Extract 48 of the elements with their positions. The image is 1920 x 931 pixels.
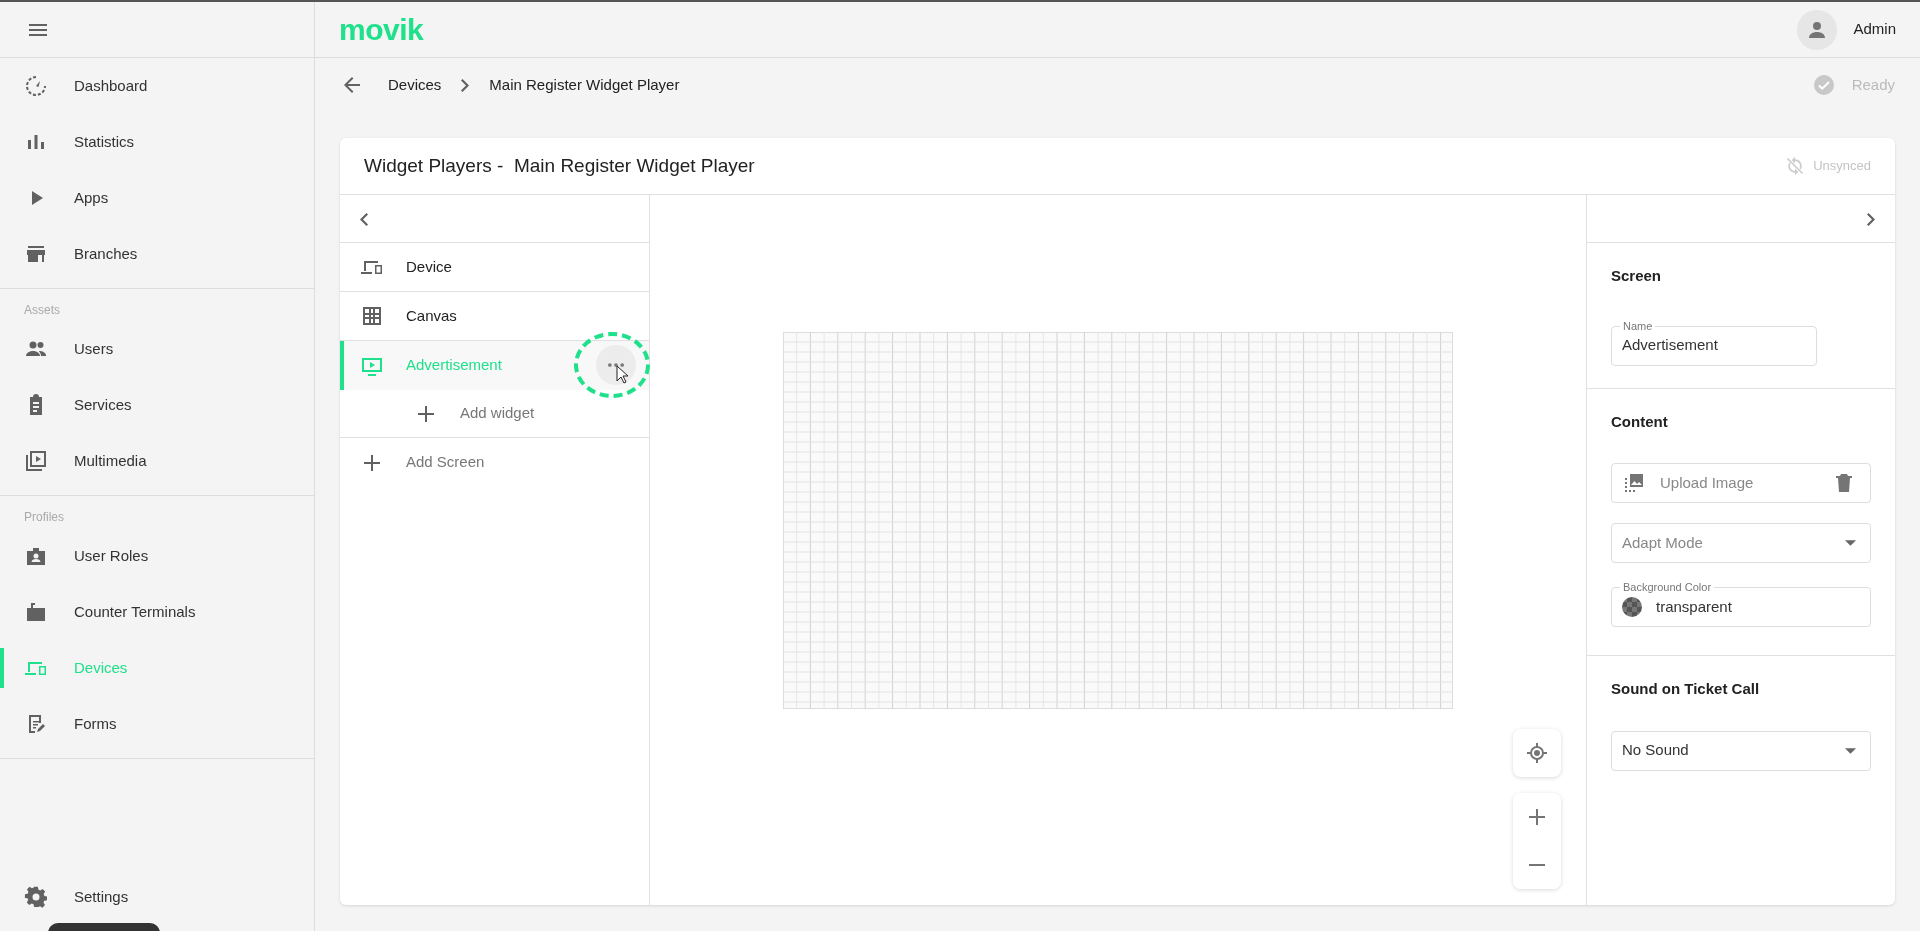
cursor-icon xyxy=(616,365,630,385)
sidebar-item[interactable]: Multimedia xyxy=(0,433,314,489)
upload-field[interactable]: Upload Image xyxy=(1611,463,1871,503)
chevron-right-icon xyxy=(1867,212,1875,226)
select-field[interactable]: Adapt Mode xyxy=(1611,523,1871,563)
image-upload-icon xyxy=(1622,471,1646,495)
status-text: Ready xyxy=(1851,74,1895,95)
sidebar-item[interactable]: Counter Terminals xyxy=(0,584,314,640)
user-name[interactable]: Admin xyxy=(1853,18,1896,41)
field-label: Background Color xyxy=(1620,580,1715,594)
target-icon xyxy=(1525,741,1549,765)
tree-item[interactable]: Device xyxy=(340,243,649,292)
sidebar-item[interactable]: Dashboard xyxy=(0,58,314,114)
minus-icon xyxy=(1529,864,1545,866)
sidebar-item[interactable]: Forms xyxy=(0,696,314,752)
chevron-left-icon xyxy=(360,212,368,226)
section-title: Sound on Ticket Call xyxy=(1611,679,1760,699)
breadcrumb-link[interactable]: Devices xyxy=(388,73,442,97)
logo: movik xyxy=(339,12,424,48)
caret-down-icon xyxy=(1845,747,1856,754)
sidebar-item[interactable]: User Roles xyxy=(0,528,314,584)
gauge-icon xyxy=(24,74,48,98)
sidebar-item[interactable]: Branches xyxy=(0,226,314,282)
caret-down-icon xyxy=(1845,540,1856,546)
chevron-right-icon xyxy=(461,78,470,92)
more-dots-icon xyxy=(608,363,624,367)
sync-status: Unsynced xyxy=(1813,157,1871,176)
sidebar-item[interactable]: Apps xyxy=(0,170,314,226)
add-screen-link[interactable]: Add Screen xyxy=(340,438,649,487)
section-label: Assets xyxy=(23,302,60,319)
check-circle-icon xyxy=(1811,73,1836,97)
sidebar-item[interactable]: Users xyxy=(0,321,314,377)
color-swatch-icon xyxy=(1622,597,1642,617)
sidebar-item[interactable]: Settings xyxy=(0,869,314,925)
select-field[interactable]: No Sound xyxy=(1611,730,1871,771)
section-label: Profiles xyxy=(23,509,64,526)
section-title: Screen xyxy=(1611,266,1662,286)
settings-icon xyxy=(24,885,48,909)
section-title: Content xyxy=(1611,411,1668,432)
media-library-icon xyxy=(24,449,48,473)
recenter-button[interactable] xyxy=(1513,729,1561,777)
sidebar-item[interactable]: Services xyxy=(0,377,314,433)
grid-icon xyxy=(360,304,384,328)
breadcrumb-current: Main Register Widget Player xyxy=(489,74,680,95)
sidebar-item[interactable]: Statistics xyxy=(0,114,314,170)
sync-off-icon xyxy=(1785,156,1806,176)
card-title: Widget Players - Main Register Widget Player xyxy=(364,153,755,178)
add-widget-link[interactable]: Add widget xyxy=(340,390,649,438)
